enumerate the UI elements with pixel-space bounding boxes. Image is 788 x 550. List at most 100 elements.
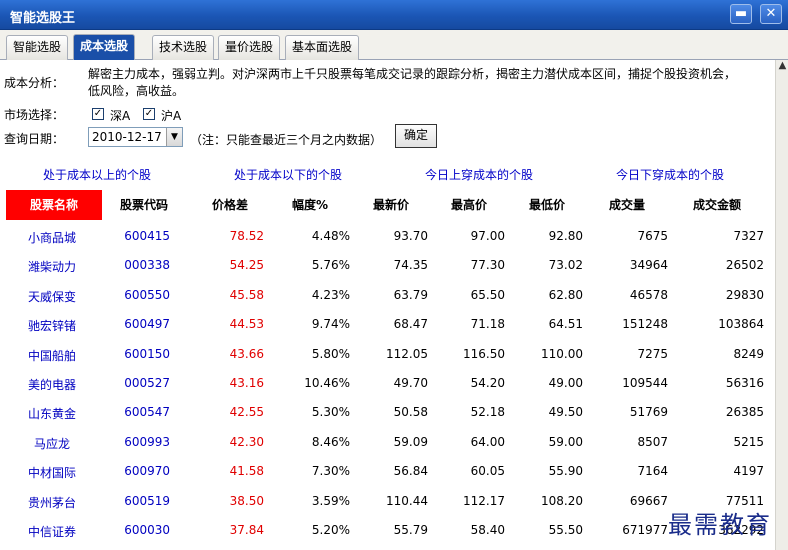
market-label: 市场选择： <box>4 108 65 122</box>
column-header-latest[interactable]: 最新价 <box>373 190 409 220</box>
cell-name[interactable]: 马应龙 <box>6 435 98 452</box>
date-note: （注：只能查最近三个月之内数据） <box>190 133 383 147</box>
cell-latest: 112.05 <box>386 347 428 361</box>
cell-latest: 110.44 <box>386 494 428 508</box>
cell-volume: 51769 <box>629 405 668 419</box>
column-header-code[interactable]: 股票代码 <box>120 190 168 220</box>
cell-code: 600150 <box>124 347 170 361</box>
cell-code: 600550 <box>124 288 170 302</box>
column-header-change-pct[interactable]: 幅度% <box>292 190 328 220</box>
cell-amount: 8249 <box>733 347 764 361</box>
cell-change-pct: 4.23% <box>311 288 350 302</box>
cell-low: 55.90 <box>548 464 583 478</box>
cell-volume: 7164 <box>637 464 668 478</box>
cell-low: 92.80 <box>548 229 583 243</box>
cell-change-pct: 9.74% <box>311 317 350 331</box>
cell-price-diff: 42.30 <box>229 435 264 449</box>
column-header-amount[interactable]: 成交金额 <box>693 190 741 220</box>
cell-low: 73.02 <box>548 258 583 272</box>
column-header-volume[interactable]: 成交量 <box>609 190 645 220</box>
cell-name[interactable]: 贵州茅台 <box>6 494 98 511</box>
date-select[interactable]: 2010-12-17 ▼ <box>88 127 183 147</box>
cell-price-diff: 43.16 <box>229 376 264 390</box>
column-header-name[interactable]: 股票名称 <box>6 190 102 220</box>
column-header-high[interactable]: 最高价 <box>451 190 487 220</box>
cell-price-diff: 38.50 <box>229 494 264 508</box>
query-date-label: 查询日期： <box>4 132 65 146</box>
cell-volume: 7675 <box>637 229 668 243</box>
close-icon[interactable]: ✕ <box>760 4 782 24</box>
cell-latest: 74.35 <box>393 258 428 272</box>
scroll-up-icon[interactable]: ▲ <box>777 60 788 76</box>
cell-change-pct: 3.59% <box>311 494 350 508</box>
cell-name[interactable]: 驰宏锌锗 <box>6 317 98 334</box>
filter-below-cost[interactable]: 处于成本以下的个股 <box>234 166 342 183</box>
cell-volume: 34964 <box>629 258 668 272</box>
tab-fundamental-pick[interactable]: 基本面选股 <box>285 35 360 60</box>
confirm-button[interactable]: 确定 <box>395 124 437 148</box>
cell-change-pct: 5.20% <box>311 523 350 537</box>
column-header-price-diff[interactable]: 价格差 <box>212 190 248 220</box>
cell-volume: 151248 <box>622 317 668 331</box>
cell-code: 600993 <box>124 435 170 449</box>
tab-technical-pick[interactable]: 技术选股 <box>152 35 215 60</box>
cell-change-pct: 5.76% <box>311 258 350 272</box>
watermark: 最需教育 <box>668 511 772 539</box>
cell-latest: 59.09 <box>393 435 428 449</box>
cell-name[interactable]: 小商品城 <box>6 229 98 246</box>
cell-volume: 8507 <box>637 435 668 449</box>
cell-high: 116.50 <box>463 347 505 361</box>
checkbox-sh-a[interactable]: ✓ <box>143 108 155 120</box>
chevron-down-icon[interactable]: ▼ <box>166 128 182 146</box>
cell-price-diff: 43.66 <box>229 347 264 361</box>
cell-price-diff: 42.55 <box>229 405 264 419</box>
cell-code: 600497 <box>124 317 170 331</box>
cell-low: 62.80 <box>548 288 583 302</box>
cell-code: 000338 <box>124 258 170 272</box>
cell-amount: 56316 <box>725 376 764 390</box>
cell-high: 54.20 <box>470 376 505 390</box>
filter-above-cost[interactable]: 处于成本以上的个股 <box>43 166 151 183</box>
analysis-line-1: 解密主力成本，强弱立判。对沪深两市上千只股票每笔成交记录的跟踪分析，揭密主力潜伏… <box>88 67 737 81</box>
vertical-scrollbar[interactable]: ▲ <box>775 60 788 550</box>
cell-latest: 63.79 <box>393 288 428 302</box>
cell-change-pct: 5.30% <box>311 405 350 419</box>
cell-latest: 68.47 <box>393 317 428 331</box>
cell-low: 110.00 <box>541 347 583 361</box>
cell-price-diff: 54.25 <box>229 258 264 272</box>
cell-name[interactable]: 中国船舶 <box>6 347 98 364</box>
cell-low: 49.00 <box>548 376 583 390</box>
cell-price-diff: 78.52 <box>229 229 264 243</box>
cell-amount: 29830 <box>725 288 764 302</box>
cell-name[interactable]: 美的电器 <box>6 376 98 393</box>
window-title: 智能选股王 <box>10 11 76 26</box>
checkbox-sz-a-label: 深A <box>110 109 131 123</box>
tab-smart-pick[interactable]: 智能选股 <box>6 35 69 60</box>
cell-high: 64.00 <box>470 435 505 449</box>
cell-volume: 109544 <box>622 376 668 390</box>
cell-price-diff: 44.53 <box>229 317 264 331</box>
filter-cross-below-cost[interactable]: 今日下穿成本的个股 <box>616 166 724 183</box>
cell-high: 112.17 <box>463 494 505 508</box>
cell-name[interactable]: 天威保变 <box>6 288 98 305</box>
cell-amount: 26502 <box>725 258 764 272</box>
cell-amount: 103864 <box>718 317 764 331</box>
cell-high: 97.00 <box>470 229 505 243</box>
checkbox-sz-a[interactable]: ✓ <box>92 108 104 120</box>
cell-volume: 671977 <box>622 523 668 537</box>
cell-low: 49.50 <box>548 405 583 419</box>
cell-low: 108.20 <box>541 494 583 508</box>
tab-cost-pick[interactable]: 成本选股 <box>73 34 136 61</box>
minimize-icon[interactable]: ▬ <box>730 4 752 24</box>
cell-change-pct: 4.48% <box>311 229 350 243</box>
column-header-low[interactable]: 最低价 <box>529 190 565 220</box>
cell-high: 65.50 <box>470 288 505 302</box>
filter-cross-above-cost[interactable]: 今日上穿成本的个股 <box>425 166 533 183</box>
cell-name[interactable]: 山东黄金 <box>6 405 98 422</box>
cell-name[interactable]: 中材国际 <box>6 464 98 481</box>
tab-volume-price-pick[interactable]: 量价选股 <box>218 35 281 60</box>
cell-name[interactable]: 潍柴动力 <box>6 258 98 275</box>
cell-name[interactable]: 中信证券 <box>6 523 98 540</box>
cell-low: 59.00 <box>548 435 583 449</box>
cell-high: 52.18 <box>470 405 505 419</box>
